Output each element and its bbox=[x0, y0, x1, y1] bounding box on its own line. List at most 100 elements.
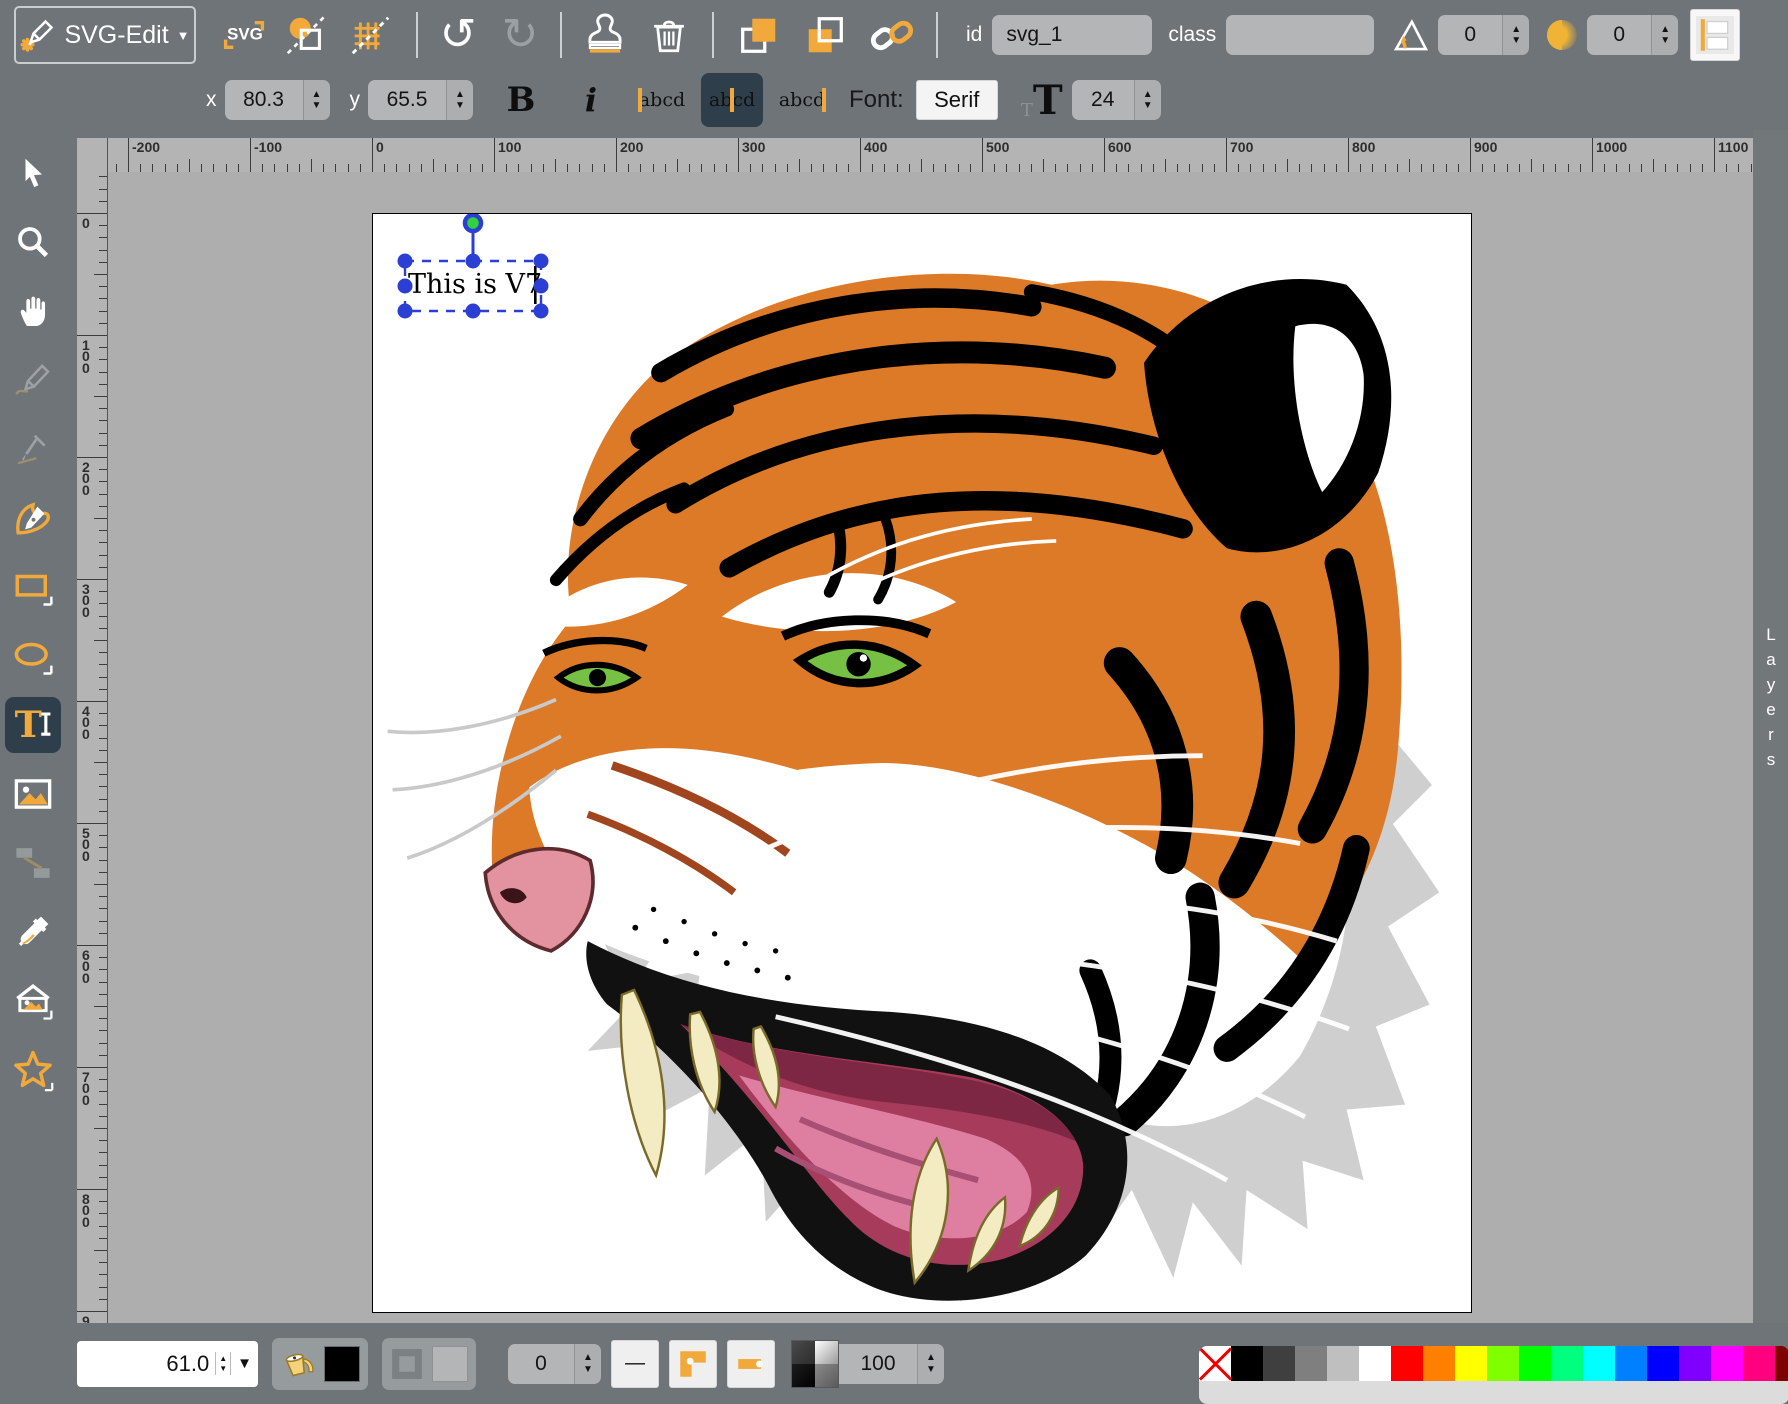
fill-color-swatch[interactable] bbox=[324, 1346, 360, 1382]
spin-up-icon[interactable]: ▲ bbox=[1660, 24, 1670, 36]
move-to-bottom-button[interactable] bbox=[798, 9, 852, 61]
delete-button[interactable] bbox=[642, 9, 696, 61]
rotate-handle[interactable] bbox=[465, 215, 481, 231]
document-properties-button[interactable] bbox=[278, 10, 334, 60]
opacity-gradient-icon[interactable] bbox=[791, 1340, 839, 1388]
palette-swatch[interactable] bbox=[1679, 1346, 1711, 1381]
move-to-top-button[interactable] bbox=[732, 9, 786, 61]
tool-star[interactable] bbox=[10, 1047, 56, 1093]
selection-handle-n[interactable] bbox=[466, 254, 481, 269]
zoom-widget[interactable]: 61.0 ▲ ▼ ▼ bbox=[77, 1341, 258, 1387]
palette-swatch[interactable] bbox=[1615, 1346, 1647, 1381]
source-editor-button[interactable]: SVG bbox=[218, 12, 270, 58]
stroke-color-widget[interactable] bbox=[382, 1338, 476, 1390]
tool-zoom[interactable] bbox=[10, 219, 56, 265]
angle-spinner[interactable]: ▲ ▼ bbox=[1502, 15, 1529, 55]
x-spinner[interactable]: ▲ ▼ bbox=[303, 80, 330, 120]
text-anchor-start-button[interactable]: abcd bbox=[631, 73, 693, 127]
tool-text[interactable]: T bbox=[5, 697, 61, 753]
angle-input[interactable]: 0 ▲ ▼ bbox=[1438, 15, 1529, 55]
palette-swatch[interactable] bbox=[1263, 1346, 1295, 1381]
spin-down-icon[interactable]: ▼ bbox=[926, 1364, 936, 1376]
font-size-spinner[interactable]: ▲ ▼ bbox=[1134, 80, 1161, 120]
spin-up-icon[interactable]: ▲ bbox=[219, 1354, 227, 1364]
make-link-button[interactable] bbox=[864, 9, 920, 61]
palette-swatch[interactable] bbox=[1455, 1346, 1487, 1381]
palette-swatch[interactable] bbox=[1743, 1346, 1775, 1381]
selection-handle-sw[interactable] bbox=[398, 304, 413, 319]
opacity-input[interactable]: 100 ▲ ▼ bbox=[839, 1344, 944, 1384]
palette-swatch[interactable] bbox=[1359, 1346, 1391, 1381]
blur-input[interactable]: 0 ▲ ▼ bbox=[1587, 15, 1678, 55]
tool-eyedropper[interactable] bbox=[10, 909, 56, 955]
font-size-input[interactable]: 24 ▲ ▼ bbox=[1072, 80, 1161, 120]
palette-swatch[interactable] bbox=[1775, 1346, 1788, 1381]
selection-handle-se[interactable] bbox=[534, 304, 549, 319]
spin-down-icon[interactable]: ▼ bbox=[1660, 35, 1670, 47]
palette-swatch[interactable] bbox=[1327, 1346, 1359, 1381]
tool-select[interactable] bbox=[10, 150, 56, 196]
stroke-color-swatch[interactable] bbox=[432, 1346, 468, 1382]
tool-pencil[interactable] bbox=[10, 357, 56, 403]
stroke-style-select[interactable]: — bbox=[611, 1340, 659, 1388]
spin-down-icon[interactable]: ▼ bbox=[1143, 100, 1153, 112]
palette-swatch[interactable] bbox=[1295, 1346, 1327, 1381]
spin-up-icon[interactable]: ▲ bbox=[312, 89, 322, 101]
zoom-spinner[interactable]: ▲ ▼ bbox=[215, 1352, 231, 1375]
blur-spinner[interactable]: ▲ ▼ bbox=[1651, 15, 1678, 55]
palette-swatch[interactable] bbox=[1487, 1346, 1519, 1381]
tool-path[interactable] bbox=[10, 495, 56, 541]
x-input[interactable]: 80.3 ▲ ▼ bbox=[225, 80, 330, 120]
tool-ellipse[interactable] bbox=[10, 633, 56, 679]
stroke-width-input[interactable]: 0 ▲ ▼ bbox=[508, 1344, 601, 1384]
palette-swatch-none[interactable] bbox=[1199, 1346, 1231, 1381]
palette-swatch[interactable] bbox=[1519, 1346, 1551, 1381]
text-anchor-middle-button[interactable]: abcd bbox=[701, 73, 763, 127]
palette-swatch[interactable] bbox=[1423, 1346, 1455, 1381]
font-family-select[interactable]: Serif bbox=[916, 80, 998, 120]
spin-down-icon[interactable]: ▼ bbox=[312, 100, 322, 112]
id-input[interactable]: svg_1 bbox=[992, 15, 1152, 55]
editor-preferences-button[interactable] bbox=[342, 10, 398, 60]
undo-button[interactable]: ↺ bbox=[432, 9, 484, 61]
palette-swatch[interactable] bbox=[1647, 1346, 1679, 1381]
selection-handle-s[interactable] bbox=[466, 304, 481, 319]
text-anchor-end-button[interactable]: abcd bbox=[771, 73, 833, 127]
y-input[interactable]: 65.5 ▲ ▼ bbox=[368, 80, 473, 120]
spin-down-icon[interactable]: ▼ bbox=[583, 1364, 593, 1376]
spin-up-icon[interactable]: ▲ bbox=[1511, 24, 1521, 36]
redo-button[interactable]: ↻ bbox=[494, 9, 546, 61]
canvas-text-element[interactable]: This is V7 bbox=[408, 269, 542, 300]
linejoin-button[interactable] bbox=[669, 1340, 717, 1388]
selection-handle-ne[interactable] bbox=[534, 254, 549, 269]
italic-button[interactable]: i bbox=[573, 75, 609, 125]
tool-pan[interactable] bbox=[10, 288, 56, 334]
linecap-button[interactable] bbox=[727, 1340, 775, 1388]
zoom-dropdown-icon[interactable]: ▼ bbox=[237, 1355, 252, 1372]
main-menu-button[interactable]: SVG-Edit ▼ bbox=[14, 6, 196, 64]
tool-rect[interactable] bbox=[10, 564, 56, 610]
selection-handle-nw[interactable] bbox=[398, 254, 413, 269]
palette-swatch[interactable] bbox=[1551, 1346, 1583, 1381]
palette-swatch[interactable] bbox=[1231, 1346, 1263, 1381]
tool-connector[interactable] bbox=[10, 840, 56, 886]
spin-down-icon[interactable]: ▼ bbox=[455, 100, 465, 112]
fill-color-widget[interactable] bbox=[272, 1338, 368, 1390]
align-panel-button[interactable] bbox=[1690, 9, 1740, 61]
stroke-width-spinner[interactable]: ▲ ▼ bbox=[574, 1344, 601, 1384]
spin-up-icon[interactable]: ▲ bbox=[455, 89, 465, 101]
clone-button[interactable] bbox=[578, 9, 632, 61]
layers-panel-tab[interactable]: Layers bbox=[1753, 130, 1788, 1323]
selection-handle-e[interactable] bbox=[534, 279, 549, 294]
svg-canvas[interactable]: This is V7 bbox=[372, 213, 1472, 1313]
spin-down-icon[interactable]: ▼ bbox=[219, 1364, 227, 1374]
spin-up-icon[interactable]: ▲ bbox=[583, 1352, 593, 1364]
palette-swatch[interactable] bbox=[1583, 1346, 1615, 1381]
opacity-spinner[interactable]: ▲ ▼ bbox=[917, 1344, 944, 1384]
class-input[interactable] bbox=[1226, 15, 1374, 55]
tool-image[interactable] bbox=[10, 771, 56, 817]
tool-line[interactable] bbox=[10, 426, 56, 472]
bold-button[interactable]: B bbox=[499, 75, 543, 125]
palette-swatch[interactable] bbox=[1711, 1346, 1743, 1381]
palette-swatch[interactable] bbox=[1391, 1346, 1423, 1381]
